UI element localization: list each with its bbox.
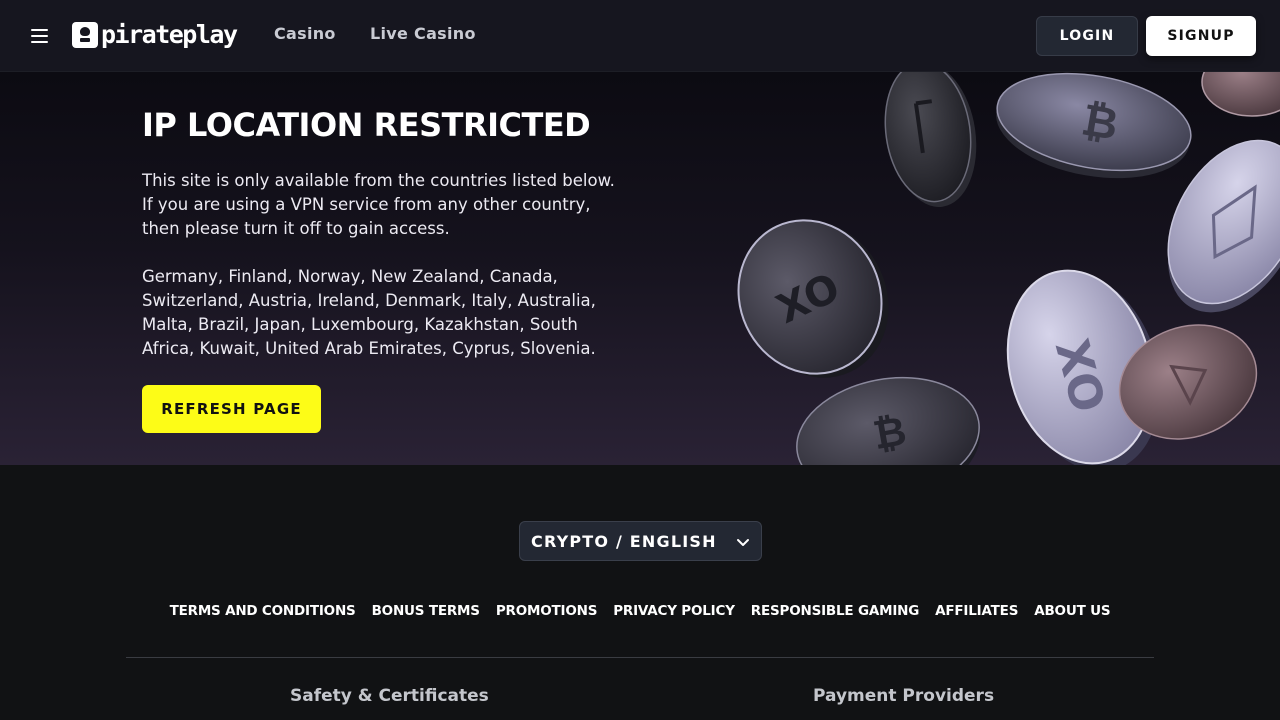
login-button[interactable]: LOGIN	[1036, 16, 1138, 56]
footer-link-responsible-gaming[interactable]: RESPONSIBLE GAMING	[751, 603, 920, 619]
payment-providers-heading: Payment Providers	[813, 686, 995, 706]
signup-button[interactable]: SIGNUP	[1146, 16, 1256, 56]
footer-link-privacy[interactable]: PRIVACY POLICY	[613, 603, 735, 619]
pirateplay-logo[interactable]: pirateplay	[72, 20, 238, 50]
footer-link-promotions[interactable]: PROMOTIONS	[496, 603, 598, 619]
nav-casino-link[interactable]: Casino	[274, 24, 336, 43]
page-title: IP LOCATION RESTRICTED	[142, 106, 591, 144]
footer-links: TERMS AND CONDITIONS BONUS TERMS PROMOTI…	[0, 603, 1280, 619]
crypto-coins-illustration: ₿ XO XO ₿	[737, 72, 1280, 465]
skull-logo-icon	[72, 22, 98, 48]
currency-language-select[interactable]: CRYPTO / ENGLISH	[519, 521, 762, 561]
nav-live-casino-link[interactable]: Live Casino	[370, 24, 476, 43]
safety-certificates-heading: Safety & Certificates	[290, 686, 489, 706]
logo-wordmark: pirateplay	[101, 20, 238, 49]
restriction-hero: ₿ XO XO ₿ IP LOCATION RESTRICTED This si…	[0, 72, 1280, 465]
top-navbar: pirateplay Casino Live Casino LOGIN SIGN…	[0, 0, 1280, 72]
currency-language-value: CRYPTO / ENGLISH	[531, 532, 717, 551]
site-footer: CRYPTO / ENGLISH TERMS AND CONDITIONS BO…	[0, 465, 1280, 720]
footer-link-terms[interactable]: TERMS AND CONDITIONS	[170, 603, 356, 619]
restriction-description: This site is only available from the cou…	[142, 171, 615, 238]
footer-link-about[interactable]: ABOUT US	[1034, 603, 1110, 619]
footer-divider	[126, 657, 1154, 658]
hamburger-menu-icon[interactable]	[28, 26, 52, 46]
allowed-countries-list: Germany, Finland, Norway, New Zealand, C…	[142, 267, 596, 358]
footer-link-bonus-terms[interactable]: BONUS TERMS	[372, 603, 480, 619]
chevron-down-icon	[737, 539, 749, 546]
refresh-page-button[interactable]: REFRESH PAGE	[142, 385, 321, 433]
footer-link-affiliates[interactable]: AFFILIATES	[935, 603, 1018, 619]
